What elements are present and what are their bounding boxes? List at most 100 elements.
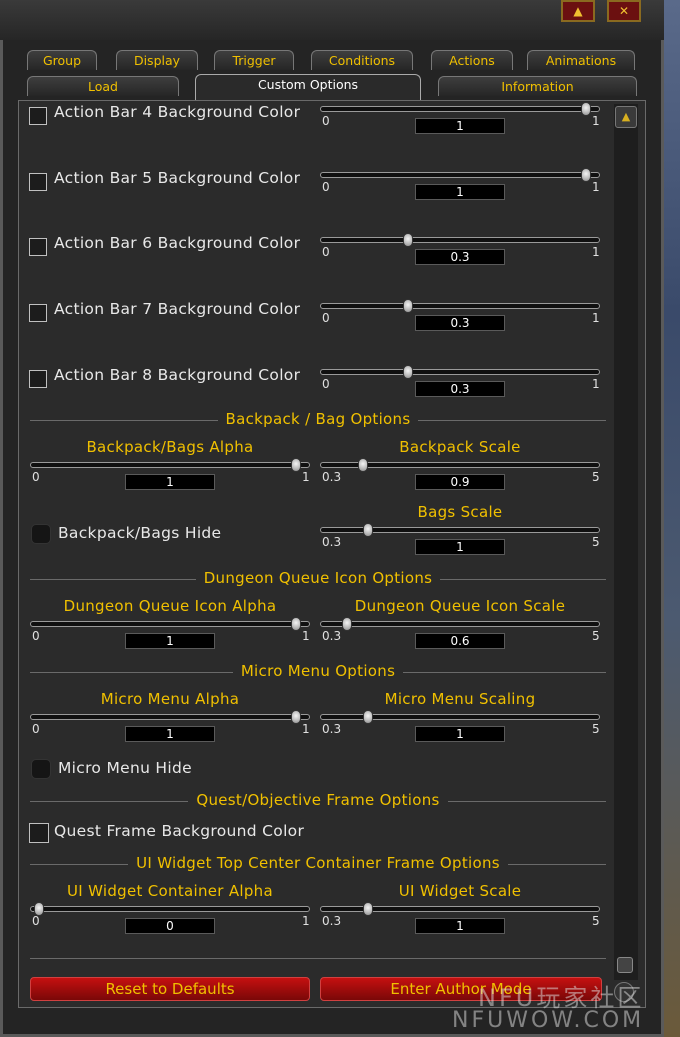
action-bar-5-alpha-slider-thumb[interactable]: [580, 168, 591, 182]
ui-widget-scale-min-label: 0.3: [322, 914, 342, 928]
action-bar-7-alpha-slider-thumb[interactable]: [402, 299, 413, 313]
action-bar-7-alpha-max-label: 1: [592, 311, 600, 325]
action-bar-6-alpha-min-label: 0: [322, 245, 330, 259]
action-bar-6-bg-color-checkbox[interactable]: [29, 238, 47, 256]
action-bar-5-alpha-max-label: 1: [592, 180, 600, 194]
micro-menu-alpha-value-input[interactable]: 1: [125, 726, 215, 742]
dungeon-queue-alpha-slider-track[interactable]: [30, 621, 310, 627]
micro-menu-alpha-slider-thumb[interactable]: [290, 710, 301, 724]
ui-widget-alpha-max-label: 1: [302, 914, 310, 928]
dungeon-queue-alpha-slider-thumb[interactable]: [290, 617, 301, 631]
tab-conditions[interactable]: Conditions: [311, 50, 413, 70]
action-bar-4-alpha-max-label: 1: [592, 114, 600, 128]
micro-menu-scaling-slider-track[interactable]: [320, 714, 600, 720]
bags-scale-title: Bags Scale: [417, 503, 503, 521]
dungeon-queue-scale-title: Dungeon Queue Icon Scale: [354, 597, 566, 615]
action-bar-8-alpha-min-label: 0: [322, 377, 330, 391]
action-bar-7-alpha-value-input[interactable]: 0.3: [415, 315, 505, 331]
action-bar-8-alpha-slider-track[interactable]: [320, 369, 600, 375]
action-bar-7-bg-color-checkbox[interactable]: [29, 304, 47, 322]
micro-menu-scaling-title: Micro Menu Scaling: [384, 690, 536, 708]
action-bar-5-bg-color-checkbox[interactable]: [29, 173, 47, 191]
bags-scale-max-label: 5: [592, 535, 600, 549]
ui-widget-scale-slider-thumb[interactable]: [363, 902, 374, 916]
dungeon-queue-header: Dungeon Queue Icon Options: [30, 569, 606, 587]
tab-information[interactable]: Information: [438, 76, 637, 96]
tab-display[interactable]: Display: [116, 50, 198, 70]
action-bar-6-alpha-slider-thumb[interactable]: [402, 233, 413, 247]
ui-widget-header: UI Widget Top Center Container Frame Opt…: [30, 854, 606, 872]
ui-widget-alpha-slider-track[interactable]: [30, 906, 310, 912]
action-bar-4-alpha-value-input[interactable]: 1: [415, 118, 505, 134]
dungeon-queue-scale-slider-thumb[interactable]: [342, 617, 353, 631]
action-bar-4-alpha-slider-track[interactable]: [320, 106, 600, 112]
backpack-scale-value-input[interactable]: 0.9: [415, 474, 505, 490]
micro-menu-scaling-value-input[interactable]: 1: [415, 726, 505, 742]
micro-menu-scaling-slider-thumb[interactable]: [363, 710, 374, 724]
tab-custom-options[interactable]: Custom Options: [195, 74, 421, 100]
watermark-en: NFUWOW.COM: [452, 1008, 645, 1033]
backpack-scale-title: Backpack Scale: [399, 438, 521, 456]
tab-load[interactable]: Load: [27, 76, 179, 96]
backpack-alpha-max-label: 1: [302, 470, 310, 484]
action-bar-7-alpha-min-label: 0: [322, 311, 330, 325]
micro-menu-hide-checkbox[interactable]: [31, 759, 51, 779]
ui-widget-scale-slider-track[interactable]: [320, 906, 600, 912]
action-bar-6-alpha-value-input[interactable]: 0.3: [415, 249, 505, 265]
action-bar-5-bg-color-label: Action Bar 5 Background Color: [54, 169, 301, 187]
backpack-alpha-slider-thumb[interactable]: [290, 458, 301, 472]
backpack-alpha-min-label: 0: [32, 470, 40, 484]
ui-widget-alpha-value-input[interactable]: 0: [125, 918, 215, 934]
micro-menu-alpha-title: Micro Menu Alpha: [100, 690, 240, 708]
ui-widget-header-text: UI Widget Top Center Container Frame Opt…: [128, 854, 508, 872]
action-bar-4-alpha-slider-thumb[interactable]: [580, 102, 591, 116]
dungeon-queue-scale-value-input[interactable]: 0.6: [415, 633, 505, 649]
action-bar-4-alpha-min-label: 0: [322, 114, 330, 128]
micro-menu-scaling-min-label: 0.3: [322, 722, 342, 736]
close-icon[interactable]: ✕: [607, 0, 641, 22]
backpack-scale-slider-thumb[interactable]: [358, 458, 369, 472]
micro-menu-hide-label: Micro Menu Hide: [58, 759, 192, 777]
micro-menu-alpha-slider-track[interactable]: [30, 714, 310, 720]
dungeon-queue-scale-slider-track[interactable]: [320, 621, 600, 627]
action-bar-8-alpha-value-input[interactable]: 0.3: [415, 381, 505, 397]
backpack-hide-checkbox[interactable]: [31, 524, 51, 544]
backpack-alpha-slider-track[interactable]: [30, 462, 310, 468]
action-bar-5-alpha-slider-track[interactable]: [320, 172, 600, 178]
dungeon-queue-header-text: Dungeon Queue Icon Options: [195, 569, 441, 587]
backpack-alpha-value-input[interactable]: 1: [125, 474, 215, 490]
scrollbar-thumb[interactable]: [617, 957, 633, 973]
dungeon-queue-alpha-min-label: 0: [32, 629, 40, 643]
action-bar-8-bg-color-label: Action Bar 8 Background Color: [54, 366, 301, 384]
dungeon-queue-alpha-max-label: 1: [302, 629, 310, 643]
quest-frame-bg-color-checkbox[interactable]: [29, 823, 49, 843]
tab-animations[interactable]: Animations: [527, 50, 635, 70]
action-bar-7-bg-color-label: Action Bar 7 Background Color: [54, 300, 301, 318]
action-bar-6-alpha-slider-track[interactable]: [320, 237, 600, 243]
reset-to-defaults-button[interactable]: Reset to Defaults: [30, 977, 310, 1001]
arrow-up-icon[interactable]: ▲: [615, 106, 637, 128]
action-bar-4-bg-color-label: Action Bar 4 Background Color: [54, 103, 301, 121]
dungeon-queue-alpha-value-input[interactable]: 1: [125, 633, 215, 649]
micro-menu-alpha-min-label: 0: [32, 722, 40, 736]
bags-scale-slider-thumb[interactable]: [363, 523, 374, 537]
action-bar-5-alpha-value-input[interactable]: 1: [415, 184, 505, 200]
ui-widget-alpha-title: UI Widget Container Alpha: [67, 882, 273, 900]
backpack-scale-max-label: 5: [592, 470, 600, 484]
tab-trigger[interactable]: Trigger: [214, 50, 294, 70]
tab-actions[interactable]: Actions: [431, 50, 513, 70]
quest-frame-bg-color-label: Quest Frame Background Color: [54, 822, 305, 840]
quest-objective-header-text: Quest/Objective Frame Options: [188, 791, 448, 809]
tab-group[interactable]: Group: [27, 50, 97, 70]
action-bar-8-bg-color-checkbox[interactable]: [29, 370, 47, 388]
bags-scale-slider-track[interactable]: [320, 527, 600, 533]
bags-scale-value-input[interactable]: 1: [415, 539, 505, 555]
action-bar-7-alpha-slider-track[interactable]: [320, 303, 600, 309]
ui-widget-scale-value-input[interactable]: 1: [415, 918, 505, 934]
micro-menu-header-text: Micro Menu Options: [232, 662, 404, 680]
collapse-icon[interactable]: ▲: [561, 0, 595, 22]
scrollbar[interactable]: [614, 104, 638, 980]
action-bar-8-alpha-slider-thumb[interactable]: [402, 365, 413, 379]
action-bar-8-alpha-max-label: 1: [592, 377, 600, 391]
action-bar-4-bg-color-checkbox[interactable]: [29, 107, 47, 125]
